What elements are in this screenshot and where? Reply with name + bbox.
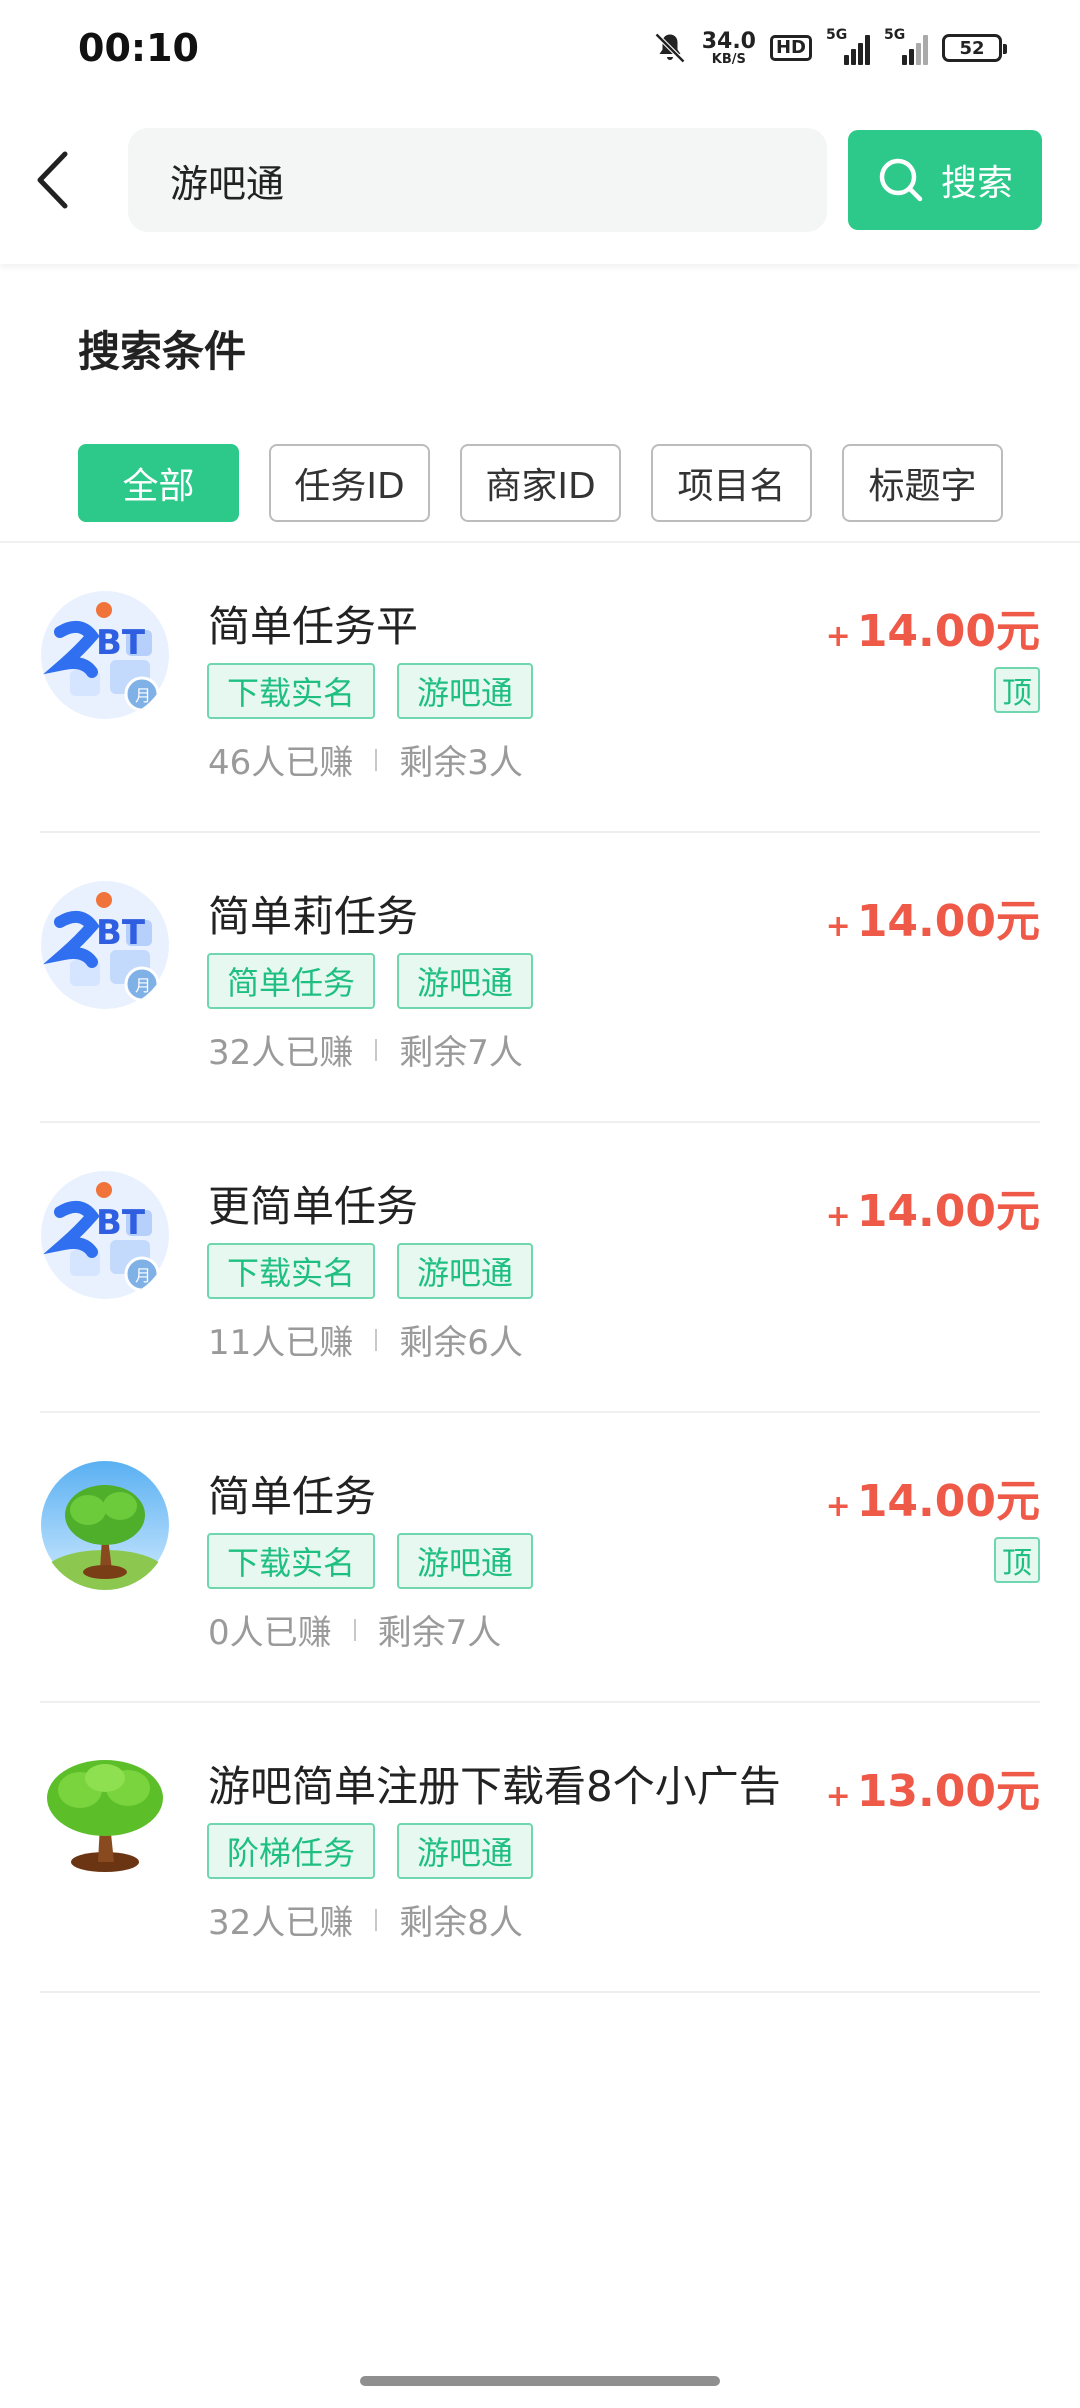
hd-icon: HD bbox=[769, 35, 812, 61]
search-input[interactable] bbox=[168, 157, 787, 203]
remaining-count: 剩余7人 bbox=[377, 1613, 502, 1653]
task-stats: 11人已赚 剩余6人 bbox=[208, 1315, 523, 1364]
task-title: 简单任务平 bbox=[208, 602, 419, 651]
task-tag: 游吧通 bbox=[397, 663, 534, 719]
filter-chips: 全部 任务ID 商家ID 项目名 标题字 bbox=[78, 444, 1003, 522]
filter-title-keyword[interactable]: 标题字 bbox=[842, 444, 1003, 522]
back-arrow-icon bbox=[37, 151, 68, 209]
task-tag: 游吧通 bbox=[397, 1243, 534, 1299]
task-stats: 32人已赚 剩余7人 bbox=[208, 1025, 523, 1074]
filter-all[interactable]: 全部 bbox=[78, 444, 239, 522]
search-button[interactable]: 搜索 bbox=[848, 130, 1042, 230]
task-stats: 46人已赚 剩余3人 bbox=[208, 735, 523, 784]
earned-count: 11人已赚 bbox=[208, 1323, 354, 1363]
svg-text:月: 月 bbox=[135, 686, 151, 705]
filter-task-id[interactable]: 任务ID bbox=[269, 444, 430, 522]
svg-text:BT: BT bbox=[96, 623, 146, 663]
criteria-title: 搜索条件 bbox=[78, 318, 247, 381]
remaining-count: 剩余7人 bbox=[399, 1033, 523, 1073]
task-title: 简单任务 bbox=[208, 1472, 377, 1521]
status-bar: 00:10 34.0 KB/S HD 5G 5G 52 bbox=[0, 0, 1080, 96]
stats-separator bbox=[353, 1618, 356, 1641]
search-header: 搜索 bbox=[0, 96, 1080, 264]
task-list: BT 月 简单任务平 下载实名 游吧通 46人已赚 剩余3人 + 14.00元 … bbox=[0, 543, 1080, 1993]
task-item[interactable]: BT 月 更简单任务 下载实名 游吧通 11人已赚 剩余6人 + 14.00元 bbox=[40, 1123, 1040, 1413]
battery-icon: 52 bbox=[942, 34, 1007, 62]
filter-merchant-id[interactable]: 商家ID bbox=[460, 444, 621, 522]
pinned-badge: 顶 bbox=[994, 1537, 1040, 1583]
task-reward: + 14.00元 bbox=[825, 606, 1040, 657]
task-title: 更简单任务 bbox=[208, 1182, 419, 1231]
bt-logo-icon: BT 月 bbox=[40, 1170, 170, 1300]
task-tag: 下载实名 bbox=[207, 663, 376, 719]
stats-separator bbox=[375, 748, 378, 771]
task-item[interactable]: 游吧简单注册下载看8个小广告 阶梯任务 游吧通 32人已赚 剩余8人 + 13.… bbox=[40, 1703, 1040, 1993]
task-item[interactable]: 简单任务 下载实名 游吧通 0人已赚 剩余7人 + 14.00元 顶 bbox=[40, 1413, 1040, 1703]
remaining-count: 剩余6人 bbox=[399, 1323, 523, 1363]
task-tags: 简单任务 游吧通 bbox=[207, 953, 534, 1009]
back-button[interactable] bbox=[24, 142, 80, 218]
task-title: 游吧简单注册下载看8个小广告 bbox=[208, 1762, 781, 1811]
task-tags: 下载实名 游吧通 bbox=[207, 663, 534, 719]
tree-avatar-icon bbox=[40, 1750, 170, 1880]
task-reward: + 14.00元 bbox=[825, 896, 1040, 947]
task-stats: 32人已赚 剩余8人 bbox=[208, 1895, 523, 1944]
task-tag: 下载实名 bbox=[207, 1533, 376, 1589]
task-reward: + 14.00元 bbox=[825, 1476, 1040, 1527]
svg-text:月: 月 bbox=[135, 1266, 151, 1285]
earned-count: 46人已赚 bbox=[208, 743, 354, 783]
task-tag: 游吧通 bbox=[397, 1823, 534, 1879]
task-tag: 游吧通 bbox=[397, 953, 534, 1009]
task-tag: 阶梯任务 bbox=[207, 1823, 376, 1879]
task-reward: + 13.00元 bbox=[825, 1766, 1040, 1817]
home-indicator[interactable] bbox=[360, 2376, 720, 2386]
stats-separator bbox=[375, 1908, 378, 1931]
signal-icon: 5G bbox=[826, 27, 870, 65]
filter-project-name[interactable]: 项目名 bbox=[651, 444, 812, 522]
task-reward: + 14.00元 bbox=[825, 1186, 1040, 1237]
task-title: 简单莉任务 bbox=[208, 892, 419, 941]
task-tags: 阶梯任务 游吧通 bbox=[207, 1823, 534, 1879]
search-icon bbox=[879, 158, 923, 202]
pinned-badge: 顶 bbox=[994, 667, 1040, 713]
search-button-label: 搜索 bbox=[940, 163, 1013, 204]
earned-count: 32人已赚 bbox=[208, 1033, 354, 1073]
task-tag: 下载实名 bbox=[207, 1243, 376, 1299]
stats-separator bbox=[375, 1328, 378, 1351]
search-box[interactable] bbox=[128, 128, 827, 232]
remaining-count: 剩余3人 bbox=[399, 743, 523, 783]
status-icons: 34.0 KB/S HD 5G 5G 52 bbox=[652, 27, 1007, 67]
svg-text:BT: BT bbox=[96, 913, 146, 953]
remaining-count: 剩余8人 bbox=[399, 1903, 523, 1943]
svg-text:月: 月 bbox=[135, 976, 151, 995]
stats-separator bbox=[375, 1038, 378, 1061]
tree-avatar-icon bbox=[40, 1460, 170, 1590]
task-item[interactable]: BT 月 简单莉任务 简单任务 游吧通 32人已赚 剩余7人 + 14.00元 bbox=[40, 833, 1040, 1123]
svg-text:BT: BT bbox=[96, 1203, 146, 1243]
signal-icon-secondary: 5G bbox=[884, 27, 928, 65]
bt-logo-icon: BT 月 bbox=[40, 880, 170, 1010]
network-speed: 34.0 KB/S bbox=[701, 28, 756, 67]
bt-logo-icon: BT 月 bbox=[40, 590, 170, 720]
task-tags: 下载实名 游吧通 bbox=[207, 1243, 534, 1299]
task-tags: 下载实名 游吧通 bbox=[207, 1533, 534, 1589]
task-tag: 游吧通 bbox=[397, 1533, 534, 1589]
bell-muted-icon bbox=[652, 30, 688, 66]
earned-count: 0人已赚 bbox=[208, 1613, 332, 1653]
earned-count: 32人已赚 bbox=[208, 1903, 354, 1943]
status-time: 00:10 bbox=[78, 26, 199, 70]
task-item[interactable]: BT 月 简单任务平 下载实名 游吧通 46人已赚 剩余3人 + 14.00元 … bbox=[40, 543, 1040, 833]
task-tag: 简单任务 bbox=[207, 953, 376, 1009]
task-stats: 0人已赚 剩余7人 bbox=[208, 1605, 501, 1654]
